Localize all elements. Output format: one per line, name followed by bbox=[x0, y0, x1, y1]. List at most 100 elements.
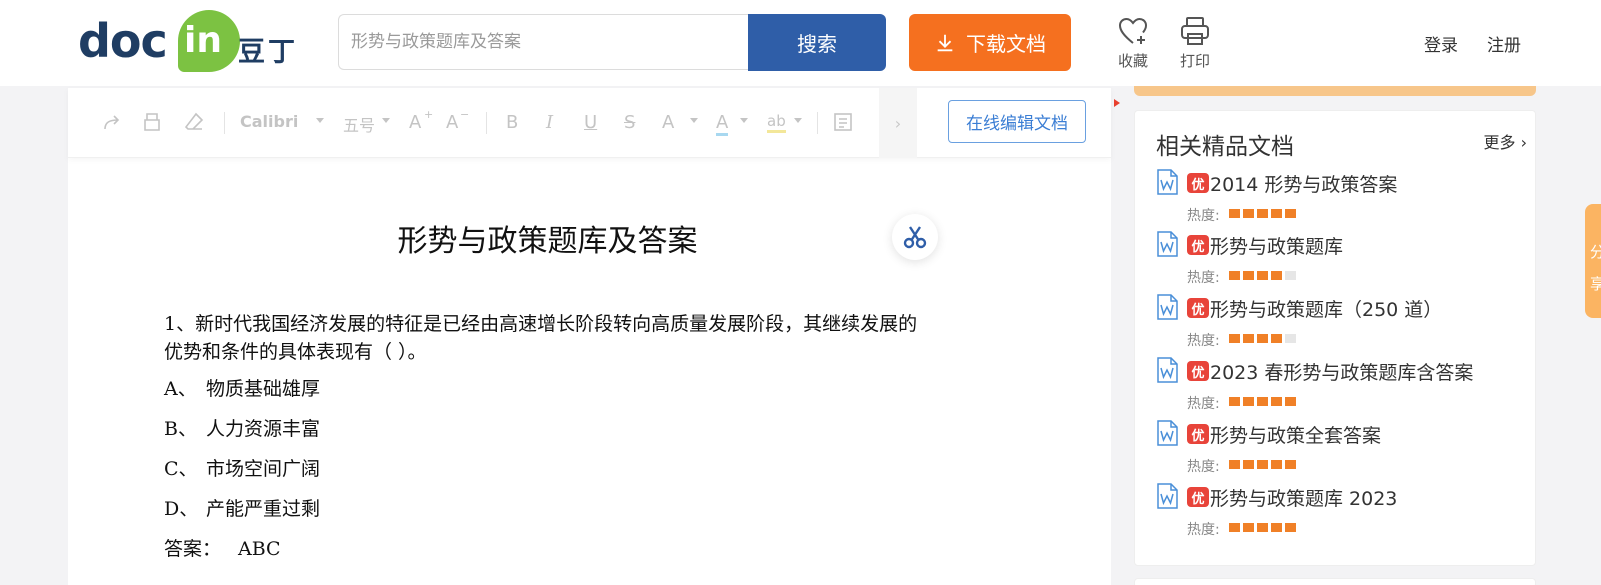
heat-label: 热度: bbox=[1187, 396, 1220, 412]
premium-badge: 优 bbox=[1187, 235, 1209, 255]
format-painter-icon[interactable] bbox=[143, 112, 161, 132]
print-button[interactable]: 打印 bbox=[1170, 16, 1220, 71]
highlight-button[interactable]: ab bbox=[767, 112, 786, 133]
share-tab-char: 分 bbox=[1590, 243, 1601, 261]
toolbar-scroll-right-icon[interactable]: › bbox=[879, 88, 917, 158]
heat-square bbox=[1285, 271, 1296, 280]
option-d: D、 产能严重过剩 bbox=[164, 494, 320, 521]
heat-square bbox=[1257, 460, 1268, 469]
heat-square bbox=[1271, 209, 1282, 218]
heat-square bbox=[1243, 397, 1254, 406]
superscript-button[interactable]: A bbox=[662, 112, 674, 133]
related-doc-item[interactable]: 优 2023 春形势与政策题库含答案 热度: bbox=[1155, 357, 1525, 417]
search-input[interactable] bbox=[339, 15, 748, 69]
answer-value: ABC bbox=[238, 538, 281, 560]
heat-square bbox=[1229, 460, 1240, 469]
heat-square bbox=[1257, 209, 1268, 218]
heat-square bbox=[1257, 334, 1268, 343]
related-doc-title[interactable]: 2023 春形势与政策题库含答案 bbox=[1210, 358, 1473, 385]
print-label: 打印 bbox=[1179, 52, 1210, 70]
related-doc-item[interactable]: 优 形势与政策全套答案 热度: bbox=[1155, 420, 1525, 480]
heat-square bbox=[1271, 271, 1282, 280]
heat-square bbox=[1271, 460, 1282, 469]
related-doc-title[interactable]: 形势与政策全套答案 bbox=[1210, 421, 1381, 448]
strikethrough-button[interactable]: S bbox=[624, 112, 635, 133]
chevron-right-icon: › bbox=[1520, 133, 1527, 152]
font-size-caret-icon[interactable] bbox=[382, 118, 390, 123]
word-doc-icon bbox=[1157, 483, 1178, 509]
next-sidebar-panel bbox=[1134, 578, 1536, 585]
heat-square bbox=[1285, 460, 1296, 469]
scissors-icon bbox=[903, 226, 927, 249]
eraser-icon[interactable] bbox=[184, 112, 204, 132]
promo-banner-strip[interactable] bbox=[1134, 86, 1536, 96]
heat-square bbox=[1229, 271, 1240, 280]
related-doc-title[interactable]: 形势与政策题库 bbox=[1210, 232, 1343, 259]
logo-doc-text: doc bbox=[78, 14, 168, 68]
italic-button[interactable]: I bbox=[546, 112, 553, 133]
document-title: 形势与政策题库及答案 bbox=[397, 224, 698, 259]
toolbar-divider bbox=[817, 112, 818, 134]
share-tab-char: 享 bbox=[1590, 275, 1601, 293]
related-doc-title[interactable]: 2014 形势与政策答案 bbox=[1210, 170, 1397, 197]
register-link[interactable]: 注册 bbox=[1487, 31, 1521, 56]
grow-font-plus-icon: + bbox=[424, 108, 434, 121]
login-link[interactable]: 登录 bbox=[1424, 31, 1458, 56]
related-docs-panel: 相关精品文档 更多 › 优 2014 形势与政策答案 热度: 优 形势与政策题库… bbox=[1134, 110, 1536, 566]
font-name-caret-icon[interactable] bbox=[316, 118, 324, 123]
redo-icon[interactable] bbox=[102, 114, 122, 132]
search-box bbox=[338, 14, 748, 70]
related-doc-item[interactable]: 优 形势与政策题库（250 道） 热度: bbox=[1155, 294, 1525, 354]
underline-button[interactable]: U bbox=[584, 112, 597, 133]
premium-badge: 优 bbox=[1187, 361, 1209, 381]
option-letter: D、 bbox=[164, 498, 199, 520]
related-doc-item[interactable]: 优 2014 形势与政策答案 热度: bbox=[1155, 169, 1525, 229]
heat-square bbox=[1257, 397, 1268, 406]
option-text: 市场空间广阔 bbox=[206, 458, 321, 480]
heat-rating bbox=[1229, 460, 1296, 469]
related-doc-item[interactable]: 优 形势与政策题库 热度: bbox=[1155, 231, 1525, 291]
answer-line: 答案： ABC bbox=[164, 534, 281, 561]
question-text: 1、新时代我国经济发展的特征是已经由高速增长阶段转向高质量发展阶段，其继续发展的… bbox=[164, 310, 1004, 366]
heat-rating bbox=[1229, 271, 1296, 280]
font-color-button[interactable]: A bbox=[716, 112, 729, 136]
heat-label: 热度: bbox=[1187, 522, 1220, 538]
superscript-caret-icon[interactable] bbox=[690, 118, 698, 123]
related-doc-item[interactable]: 优 形势与政策题库 2023 热度: bbox=[1155, 483, 1525, 543]
font-color-caret-icon[interactable] bbox=[740, 118, 748, 123]
related-doc-title[interactable]: 形势与政策题库 2023 bbox=[1210, 484, 1397, 511]
paragraph-icon[interactable] bbox=[833, 112, 853, 132]
heat-rating bbox=[1229, 523, 1296, 532]
heat-square bbox=[1229, 523, 1240, 532]
heat-label: 热度: bbox=[1187, 459, 1220, 475]
download-button[interactable]: 下载文档 bbox=[909, 14, 1071, 71]
docin-logo[interactable]: doc in 豆丁 bbox=[78, 8, 298, 74]
bold-button[interactable]: B bbox=[506, 112, 518, 133]
more-link[interactable]: 更多 › bbox=[1483, 129, 1527, 153]
font-name-select[interactable]: Calibri bbox=[240, 112, 298, 131]
share-side-tab[interactable]: 分 享 bbox=[1585, 204, 1601, 318]
heat-square bbox=[1229, 209, 1240, 218]
scissors-button[interactable] bbox=[892, 214, 938, 260]
search-button[interactable]: 搜索 bbox=[748, 14, 886, 71]
logo-chinese-text: 豆丁 bbox=[238, 37, 298, 68]
question-line: 优势和条件的具体表现有（ ）。 bbox=[164, 341, 427, 363]
word-doc-icon bbox=[1157, 420, 1178, 446]
font-size-select[interactable]: 五号 bbox=[343, 112, 375, 136]
printer-icon bbox=[1181, 17, 1209, 45]
toolbar-divider bbox=[486, 112, 487, 134]
grow-font-button[interactable]: A bbox=[409, 112, 421, 133]
edit-online-button[interactable]: 在线编辑文档 bbox=[948, 100, 1086, 143]
heat-square bbox=[1257, 523, 1268, 532]
highlight-caret-icon[interactable] bbox=[794, 118, 802, 123]
shrink-font-button[interactable]: A bbox=[446, 112, 458, 133]
heat-rating bbox=[1229, 397, 1296, 406]
favorite-button[interactable]: 收藏 bbox=[1108, 16, 1158, 71]
heat-label: 热度: bbox=[1187, 270, 1220, 286]
heat-square bbox=[1285, 397, 1296, 406]
related-doc-title[interactable]: 形势与政策题库（250 道） bbox=[1210, 295, 1442, 322]
heat-square bbox=[1229, 397, 1240, 406]
heat-square bbox=[1271, 334, 1282, 343]
option-letter: B、 bbox=[164, 418, 197, 440]
heat-square bbox=[1285, 523, 1296, 532]
